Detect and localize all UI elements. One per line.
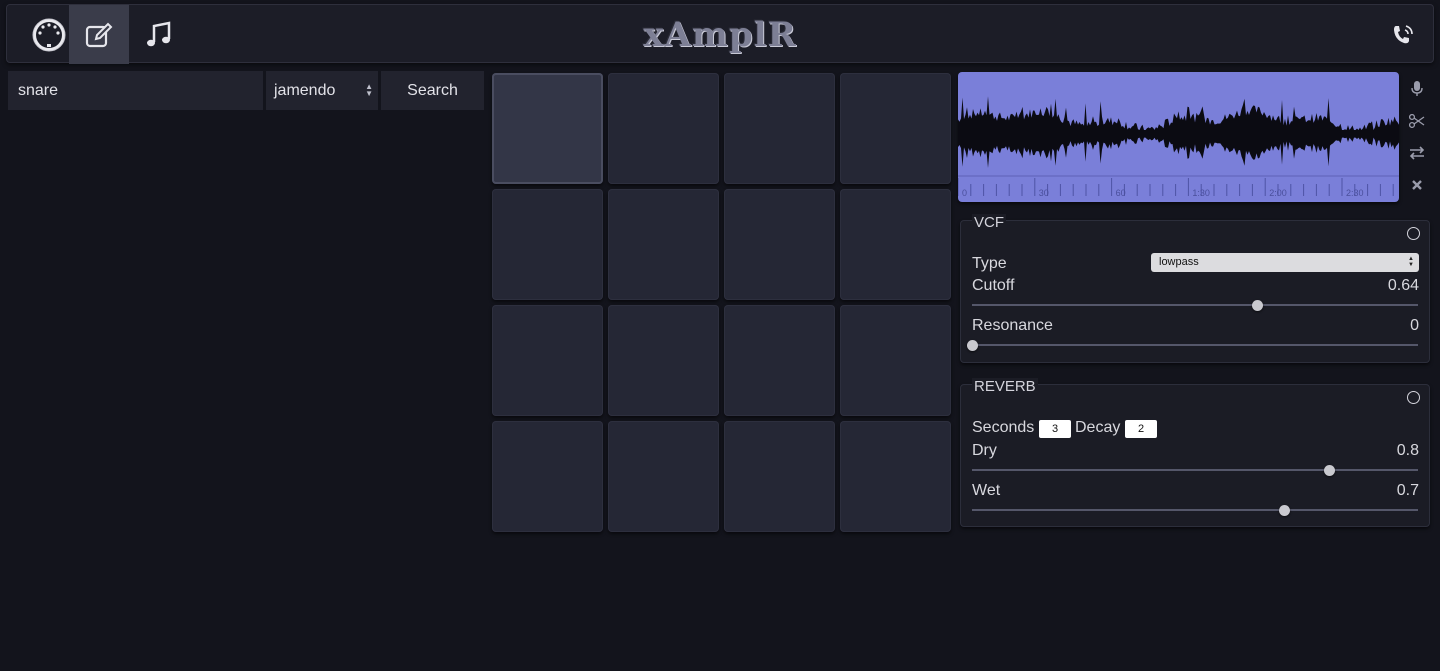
sample-pad[interactable] [492, 305, 603, 416]
timeline-label: 2:30 [1346, 188, 1364, 198]
resonance-label: Resonance [972, 317, 1053, 334]
microphone-icon[interactable] [1405, 78, 1429, 100]
wet-slider[interactable] [972, 504, 1418, 516]
sample-pad[interactable] [724, 73, 835, 184]
vcf-type-select[interactable]: lowpass ▲ ▼ [1151, 253, 1419, 272]
timeline-label: 30 [1039, 188, 1049, 198]
cutoff-label: Cutoff [972, 277, 1015, 294]
sample-pad[interactable] [724, 421, 835, 532]
vcf-power-toggle[interactable] [1407, 227, 1420, 240]
sample-pad[interactable] [724, 305, 835, 416]
dry-slider-thumb[interactable] [1323, 465, 1335, 476]
sample-pad[interactable] [608, 421, 719, 532]
swap-arrows-icon[interactable] [1405, 142, 1429, 164]
dry-slider[interactable] [972, 464, 1418, 476]
seconds-input[interactable]: 3 [1039, 420, 1071, 438]
waveform-shape [958, 96, 1399, 168]
sample-pad[interactable] [608, 189, 719, 300]
vcf-panel: VCF Type lowpass ▲ ▼ Cutoff 0.64 Resonanc… [960, 214, 1430, 363]
phone-icon [1394, 24, 1413, 43]
sample-pad[interactable] [840, 305, 951, 416]
timeline-label: 1:30 [1192, 188, 1210, 198]
sample-pad[interactable] [608, 305, 719, 416]
decay-label: Decay [1075, 419, 1121, 436]
reverb-title: REVERB [972, 378, 1038, 395]
timeline-label: 2:00 [1269, 188, 1287, 198]
vcf-type-value: lowpass [1159, 256, 1199, 268]
wet-label: Wet [972, 482, 1001, 499]
sample-pad[interactable] [840, 73, 951, 184]
select-arrows-icon: ▲ ▼ [365, 82, 373, 98]
pad-grid [490, 71, 951, 532]
app-header: xAmplR [6, 4, 1434, 64]
search-button[interactable]: Search [381, 71, 484, 110]
sample-pad[interactable] [840, 189, 951, 300]
source-select[interactable]: jamendo ▲ ▼ [266, 71, 378, 110]
waveform-display[interactable]: 0 30 60 1:30 2:00 2:30 [958, 72, 1399, 202]
sample-pad[interactable] [492, 189, 603, 300]
sample-pad[interactable] [492, 421, 603, 532]
sample-pad[interactable] [492, 73, 603, 184]
vcf-type-label: Type [972, 255, 1007, 272]
wet-slider-thumb[interactable] [1279, 505, 1291, 516]
resonance-slider[interactable] [967, 339, 1418, 351]
reverb-power-toggle[interactable] [1407, 391, 1420, 404]
seconds-label: Seconds [972, 419, 1035, 436]
resonance-value: 0 [1410, 317, 1419, 334]
app-title: xAmplR [643, 15, 797, 55]
decay-input[interactable]: 2 [1125, 420, 1157, 438]
dry-value: 0.8 [1396, 442, 1419, 459]
close-icon[interactable] [1405, 174, 1429, 196]
cutoff-slider-thumb[interactable] [1252, 300, 1264, 311]
wet-value: 0.7 [1396, 482, 1419, 499]
timeline-label: 60 [1116, 188, 1126, 198]
reverb-panel: REVERB Seconds 3 Decay 2 Dry 0.8 Wet 0.7 [960, 378, 1430, 527]
sample-pad[interactable] [608, 73, 719, 184]
cutoff-value: 0.64 [1387, 277, 1419, 294]
select-arrows-icon: ▲ ▼ [1408, 256, 1414, 268]
scissors-icon[interactable] [1405, 110, 1429, 132]
resonance-slider-thumb[interactable] [967, 340, 978, 351]
sample-pad[interactable] [724, 189, 835, 300]
timeline-label: 0 [962, 188, 967, 198]
cutoff-slider[interactable] [972, 299, 1418, 311]
sample-pad[interactable] [840, 421, 951, 532]
search-input[interactable] [8, 71, 263, 110]
source-select-value: jamendo [274, 81, 336, 99]
phone-button[interactable] [1373, 5, 1433, 64]
dry-label: Dry [972, 442, 997, 459]
vcf-title: VCF [972, 214, 1006, 231]
